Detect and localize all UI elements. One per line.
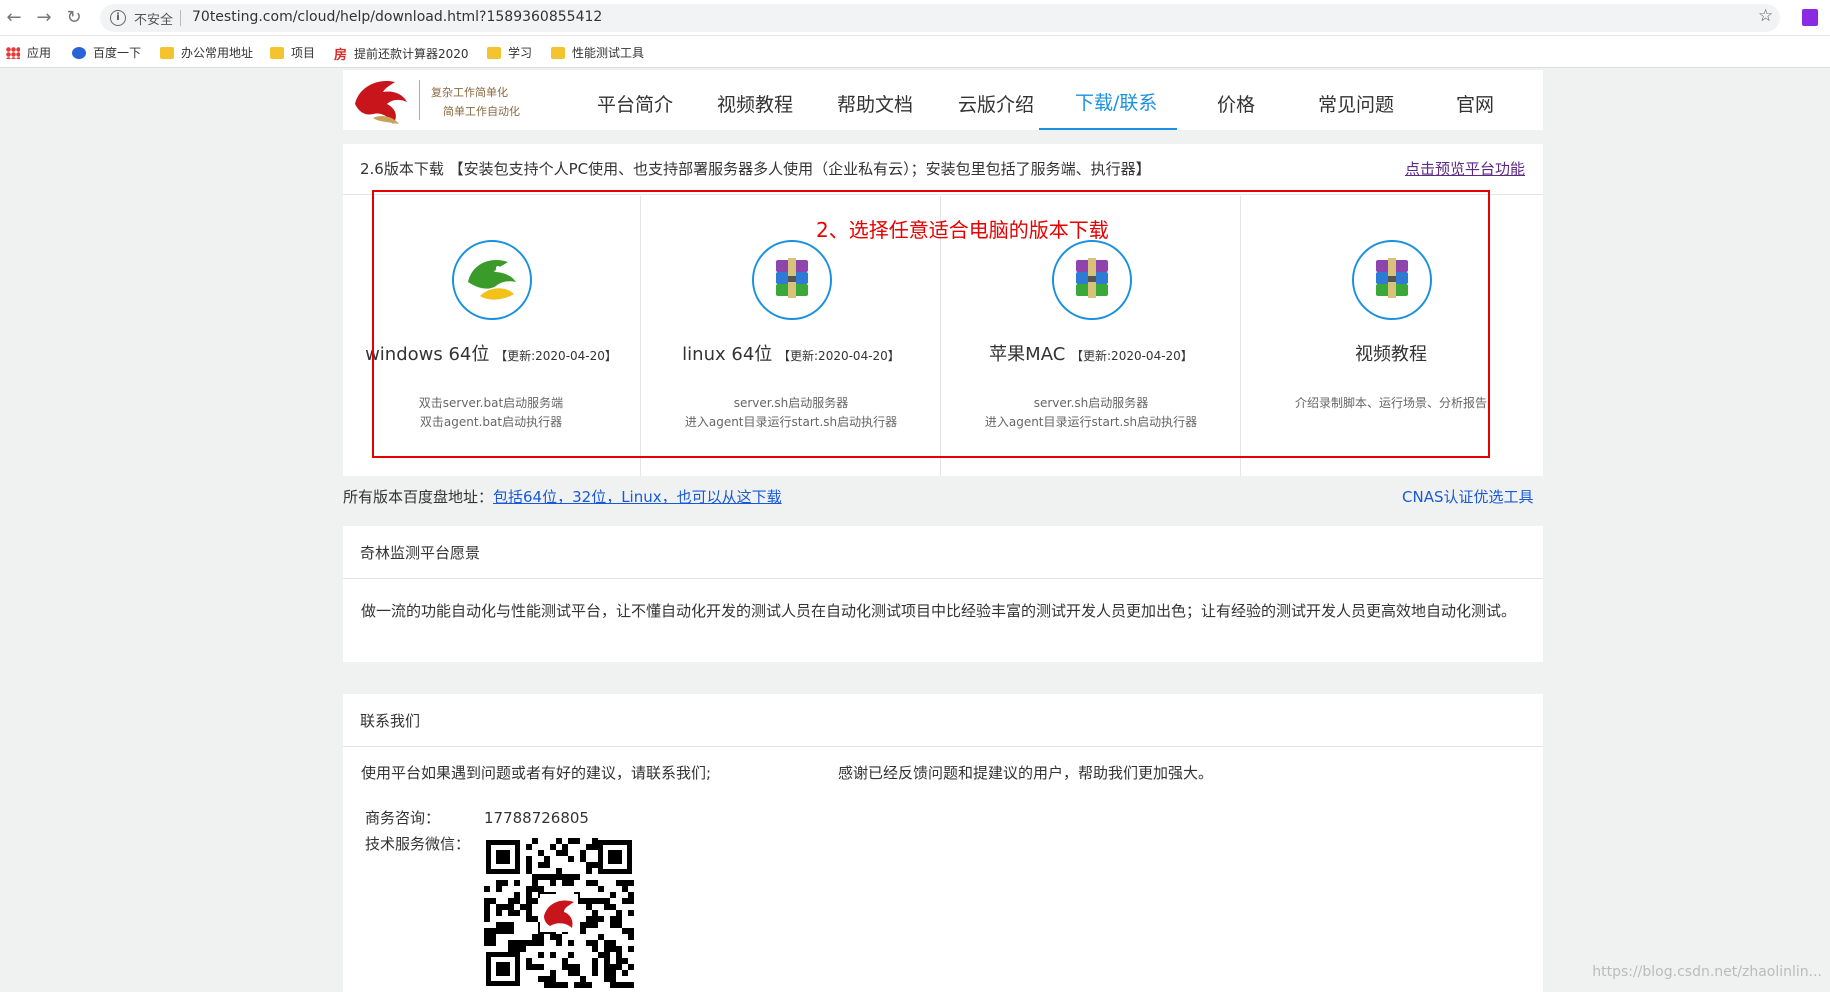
bookmark-apps[interactable]: 应用 xyxy=(6,44,51,61)
security-label: 不安全 xyxy=(134,13,174,28)
divider xyxy=(343,578,1543,579)
folder-icon xyxy=(270,46,284,59)
bookmark-label: 百度一下 xyxy=(93,46,142,60)
baidu-download-line: 所有版本百度盘地址：包括64位，32位，Linux，也可以从这下载 xyxy=(343,486,782,507)
bookmark-label: 性能测试工具 xyxy=(572,46,645,60)
bookmark-calculator[interactable]: 房提前还款计算器2020 xyxy=(334,44,469,63)
back-arrow-icon[interactable]: ← xyxy=(4,8,24,28)
vision-panel: 奇林监测平台愿景 做一流的功能自动化与性能测试平台，让不懂自动化开发的测试人员在… xyxy=(343,526,1543,662)
active-tab-indicator xyxy=(1039,128,1177,130)
folder-icon xyxy=(551,46,565,59)
contact-title: 联系我们 xyxy=(360,712,421,730)
browser-toolbar: ← → ↻ i 不安全 70testing.com/cloud/help/dow… xyxy=(0,0,1830,36)
nav-faq[interactable]: 常见问题 xyxy=(1318,90,1394,117)
nav-price[interactable]: 价格 xyxy=(1217,90,1255,117)
extension-icon[interactable] xyxy=(1802,9,1818,26)
logo-divider xyxy=(419,80,420,120)
info-icon[interactable]: i xyxy=(110,10,126,26)
reload-icon[interactable]: ↻ xyxy=(64,8,84,28)
bookmark-office[interactable]: 办公常用地址 xyxy=(160,44,253,61)
nav-official-site[interactable]: 官网 xyxy=(1456,90,1494,117)
logo-slogan-2: 简单工作自动化 xyxy=(443,105,520,118)
bookmark-label: 提前还款计算器2020 xyxy=(354,47,469,61)
folder-icon xyxy=(487,46,501,59)
contact-intro: 使用平台如果遇到问题或者有好的建议，请联系我们; xyxy=(361,764,712,782)
baidu-label: 所有版本百度盘地址： xyxy=(343,488,494,506)
divider xyxy=(343,746,1543,747)
nav-download-contact[interactable]: 下载/联系 xyxy=(1075,88,1157,115)
download-header: 2.6版本下载 【安装包支持个人PC使用、也支持部署服务器多人使用（企业私有云）… xyxy=(360,160,1151,178)
url-text[interactable]: 70testing.com/cloud/help/download.html?1… xyxy=(192,9,602,25)
annotation-text: 2、选择任意适合电脑的版本下载 xyxy=(816,218,1109,242)
bookmark-star-icon[interactable]: ☆ xyxy=(1758,6,1773,26)
bookmark-study[interactable]: 学习 xyxy=(487,44,532,61)
address-bar[interactable]: i 不安全 70testing.com/cloud/help/download.… xyxy=(100,4,1780,32)
nav-video-tutorial[interactable]: 视频教程 xyxy=(717,90,793,117)
bookmark-label: 项目 xyxy=(291,46,316,60)
nav-cloud-intro[interactable]: 云版介绍 xyxy=(958,90,1034,117)
baidu-download-link[interactable]: 包括64位，32位，Linux，也可以从这下载 xyxy=(493,488,782,506)
site-header: 复杂工作简单化 简单工作自动化 平台简介 视频教程 帮助文档 云版介绍 下载/联… xyxy=(343,70,1543,130)
nav-help-docs[interactable]: 帮助文档 xyxy=(837,90,913,117)
cnas-link[interactable]: CNAS认证优选工具 xyxy=(1402,486,1533,507)
divider xyxy=(180,10,181,26)
preview-platform-link[interactable]: 点击预览平台功能 xyxy=(1405,158,1525,179)
wechat-label: 技术服务微信： xyxy=(365,835,471,853)
wechat-qr-code xyxy=(484,838,634,988)
dragon-logo-icon[interactable] xyxy=(349,74,413,126)
baidu-paw-icon xyxy=(72,46,86,59)
business-label: 商务咨询： xyxy=(365,809,441,827)
folder-icon xyxy=(160,46,174,59)
contact-thanks: 感谢已经反馈问题和提建议的用户，帮助我们更加强大。 xyxy=(838,764,1214,782)
nav-platform-intro[interactable]: 平台简介 xyxy=(597,90,673,117)
bookmark-baidu[interactable]: 百度一下 xyxy=(72,44,141,61)
apps-grid-icon xyxy=(6,46,20,59)
bookmark-label: 学习 xyxy=(508,46,533,60)
bookmark-perf-tools[interactable]: 性能测试工具 xyxy=(551,44,644,61)
vision-title: 奇林监测平台愿景 xyxy=(360,544,481,562)
vision-text: 做一流的功能自动化与性能测试平台，让不懂自动化开发的测试人员在自动化测试项目中比… xyxy=(361,602,1517,620)
bookmark-label: 办公常用地址 xyxy=(181,46,254,60)
bookmark-label: 应用 xyxy=(27,46,52,60)
fang-icon: 房 xyxy=(334,48,348,63)
watermark: https://blog.csdn.net/zhaolinlin... xyxy=(1592,964,1822,980)
logo-slogan-1: 复杂工作简单化 xyxy=(431,86,508,99)
forward-arrow-icon[interactable]: → xyxy=(34,8,54,28)
business-phone: 17788726805 xyxy=(484,809,589,827)
bookmarks-bar: 应用 百度一下 办公常用地址 项目 房提前还款计算器2020 学习 性能测试工具 xyxy=(0,36,1830,68)
bookmark-project[interactable]: 项目 xyxy=(270,44,315,61)
